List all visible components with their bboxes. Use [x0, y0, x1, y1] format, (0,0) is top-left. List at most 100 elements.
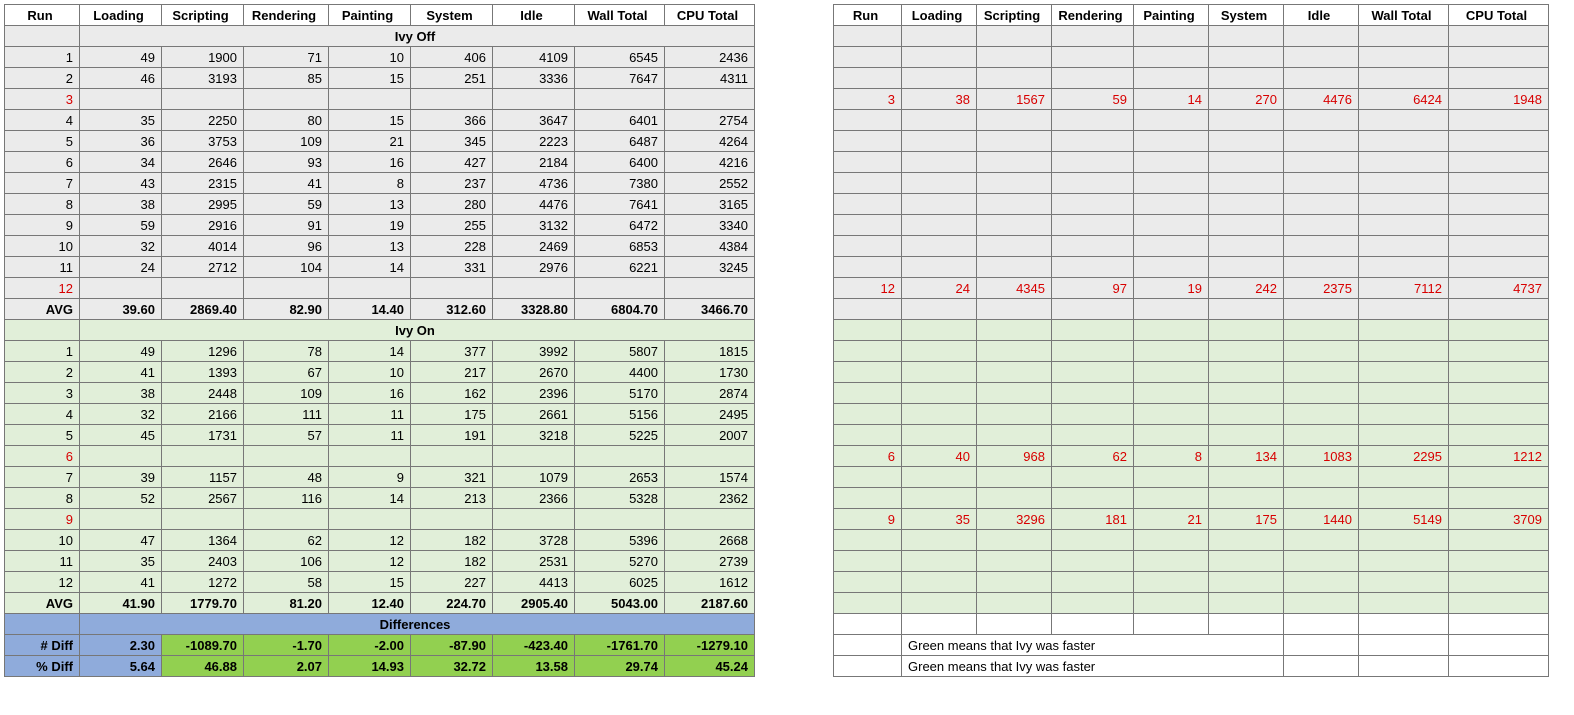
data-cell: 2396 [493, 383, 575, 404]
data-cell: 47 [80, 530, 162, 551]
data-cell [1359, 614, 1449, 635]
data-cell [1284, 530, 1359, 551]
run-number: 1 [5, 47, 80, 68]
column-header: Loading [80, 5, 162, 26]
data-cell: 19 [1134, 278, 1209, 299]
data-cell [1134, 467, 1209, 488]
data-cell [665, 509, 755, 530]
data-cell: 1900 [162, 47, 244, 68]
data-cell: 2552 [665, 173, 755, 194]
data-cell [1052, 26, 1134, 47]
data-cell [977, 257, 1052, 278]
data-cell [834, 614, 902, 635]
data-cell [80, 509, 162, 530]
data-cell [1284, 299, 1359, 320]
data-cell: 16 [329, 383, 411, 404]
data-cell: 45 [80, 425, 162, 446]
data-cell: 242 [1209, 278, 1284, 299]
data-cell [1134, 26, 1209, 47]
column-header: CPU Total [665, 5, 755, 26]
data-cell [1359, 488, 1449, 509]
data-cell [1449, 404, 1549, 425]
data-cell [834, 299, 902, 320]
run-number: 11 [5, 551, 80, 572]
data-cell [977, 236, 1052, 257]
data-cell: 49 [80, 47, 162, 68]
data-cell: 35 [80, 110, 162, 131]
data-cell [902, 425, 977, 446]
avg-cell: 312.60 [411, 299, 493, 320]
data-cell [977, 131, 1052, 152]
column-header: Scripting [977, 5, 1052, 26]
data-cell [834, 467, 902, 488]
data-cell: 2668 [665, 530, 755, 551]
avg-cell: 224.70 [411, 593, 493, 614]
data-cell: 5170 [575, 383, 665, 404]
data-cell [329, 89, 411, 110]
run-number: 9 [5, 215, 80, 236]
data-cell [1052, 173, 1134, 194]
column-header: Painting [329, 5, 411, 26]
data-cell [244, 89, 329, 110]
data-cell [902, 488, 977, 509]
data-cell [162, 509, 244, 530]
legend-note: Green means that Ivy was faster [902, 656, 1284, 677]
data-cell: 4736 [493, 173, 575, 194]
run-number: 4 [5, 404, 80, 425]
avg-cell: 82.90 [244, 299, 329, 320]
data-cell: 40 [902, 446, 977, 467]
data-cell [1284, 320, 1359, 341]
data-cell [1359, 26, 1449, 47]
data-cell [1134, 236, 1209, 257]
data-cell [1052, 383, 1134, 404]
blank-cell [834, 656, 902, 677]
data-cell: 2223 [493, 131, 575, 152]
data-cell [411, 446, 493, 467]
column-header: Scripting [162, 5, 244, 26]
blank-cell [1359, 635, 1449, 656]
data-cell [665, 89, 755, 110]
data-cell [902, 614, 977, 635]
data-cell [1449, 467, 1549, 488]
data-cell [1209, 320, 1284, 341]
data-cell [244, 446, 329, 467]
pct-diff-cell: 45.24 [665, 656, 755, 677]
data-cell: 6400 [575, 152, 665, 173]
data-cell [1359, 299, 1449, 320]
data-cell: 15 [329, 110, 411, 131]
data-cell [834, 530, 902, 551]
data-cell: 227 [411, 572, 493, 593]
data-cell: 4345 [977, 278, 1052, 299]
run-number: 10 [5, 530, 80, 551]
data-cell [1284, 383, 1359, 404]
data-cell: 2295 [1359, 446, 1449, 467]
data-cell: 11 [329, 404, 411, 425]
data-cell [1284, 131, 1359, 152]
data-cell [977, 299, 1052, 320]
run-number: 2 [5, 68, 80, 89]
data-cell [834, 215, 902, 236]
data-cell: 182 [411, 551, 493, 572]
pct-diff-cell: 2.07 [244, 656, 329, 677]
run-number: 4 [5, 110, 80, 131]
data-cell [1134, 362, 1209, 383]
data-cell: 32 [80, 404, 162, 425]
data-cell: 4264 [665, 131, 755, 152]
data-cell [1359, 362, 1449, 383]
data-cell [1209, 26, 1284, 47]
data-cell [977, 194, 1052, 215]
data-cell: 12 [329, 551, 411, 572]
data-cell [1052, 467, 1134, 488]
data-cell: 59 [1052, 89, 1134, 110]
data-cell [1449, 362, 1549, 383]
data-cell [977, 68, 1052, 89]
data-cell: 5149 [1359, 509, 1449, 530]
data-cell [1134, 47, 1209, 68]
data-cell [977, 110, 1052, 131]
data-cell: 46 [80, 68, 162, 89]
data-cell [80, 89, 162, 110]
data-cell: 111 [244, 404, 329, 425]
data-cell: 4476 [1284, 89, 1359, 110]
data-cell [1052, 362, 1134, 383]
data-cell: 2567 [162, 488, 244, 509]
